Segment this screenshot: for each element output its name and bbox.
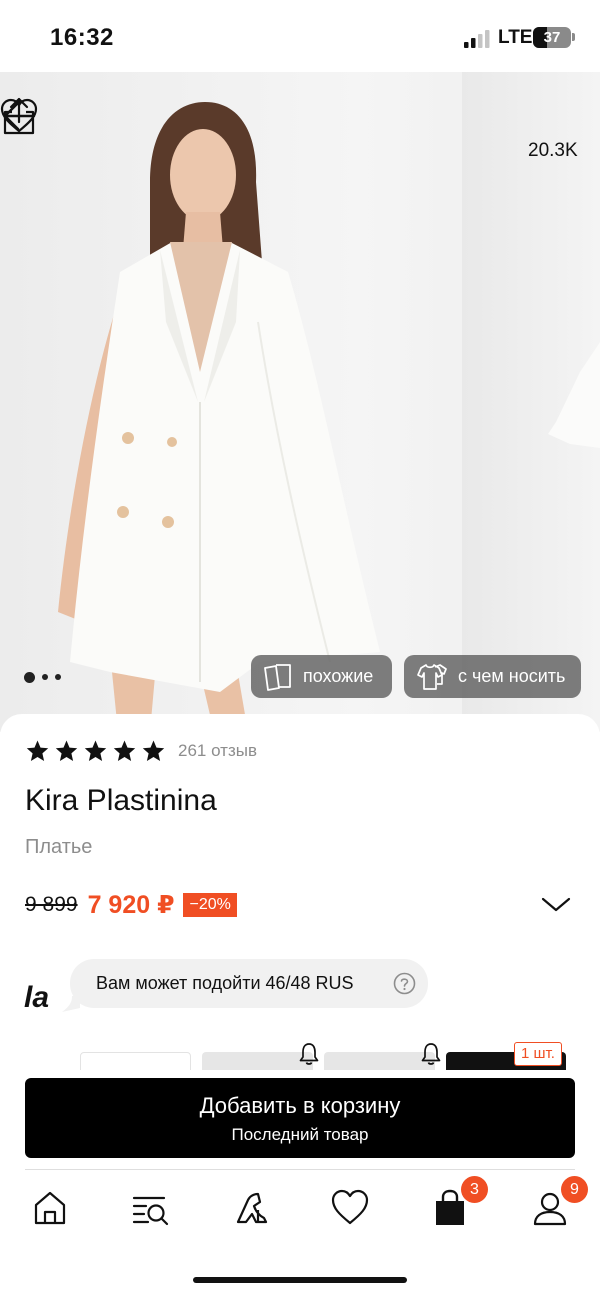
battery-icon: 37 (533, 27, 571, 48)
battery-level: 37 (543, 29, 561, 46)
similar-label: похожие (303, 666, 374, 686)
outfit-icon (417, 663, 447, 690)
product-category: Платье (25, 836, 93, 858)
cart-badge: 3 (461, 1176, 488, 1203)
size-recommendation[interactable]: Вам может подойти 46/48 RUS (70, 959, 428, 1008)
similar-button[interactable]: похожие (251, 655, 392, 698)
star-icon (84, 740, 107, 761)
star-icon (26, 740, 49, 761)
pagination-dot (42, 674, 48, 680)
bottom-tab-bar: 3 9 (0, 1170, 600, 1260)
heart-icon[interactable] (0, 98, 38, 134)
star-icon (55, 740, 78, 761)
home-icon[interactable] (30, 1188, 70, 1228)
bell-icon[interactable] (298, 1042, 320, 1066)
chevron-down-icon[interactable] (541, 894, 571, 914)
rating-stars (25, 739, 166, 763)
status-bar: 16:32 LTE 37 (0, 0, 600, 72)
home-indicator (193, 1277, 407, 1283)
size-option[interactable] (80, 1052, 191, 1070)
star-icon (113, 740, 136, 761)
pagination-dot-active (24, 671, 35, 683)
price-row: 9 899 7 920 ₽ −20% (25, 890, 237, 920)
what-to-wear-button[interactable]: с чем носить (404, 655, 581, 698)
old-price: 9 899 (25, 893, 78, 916)
add-to-cart-label: Добавить в корзину (199, 1093, 401, 1118)
size-option-unavailable[interactable] (324, 1052, 435, 1070)
network-type: LTE (498, 27, 533, 48)
signal-icon (464, 30, 490, 48)
pagination-dot (55, 674, 61, 680)
battery-cap (572, 33, 575, 41)
like-count: 20.3K (528, 140, 578, 161)
last-item-label: Последний товар (231, 1125, 369, 1144)
size-selector (0, 1040, 600, 1070)
catalog-search-icon[interactable] (130, 1188, 170, 1228)
gallery-pagination (24, 671, 61, 683)
product-page: 16:32 LTE 37 20.3K похожие с чем носить … (0, 0, 600, 1297)
status-time: 16:32 (50, 24, 114, 51)
lamoda-logo: la (24, 981, 50, 1014)
product-photo[interactable]: 20.3K похожие с чем носить (0, 72, 600, 732)
stock-count-tag: 1 шт. (514, 1042, 562, 1066)
bell-icon[interactable] (420, 1042, 442, 1066)
question-circle-icon[interactable] (393, 972, 416, 995)
profile-badge: 9 (561, 1176, 588, 1203)
reviews-count[interactable]: 261 отзыв (178, 741, 257, 761)
size-recommendation-text: Вам может подойти 46/48 RUS (96, 973, 354, 993)
current-price: 7 920 ₽ (87, 891, 175, 919)
what-to-wear-label: с чем носить (458, 666, 566, 686)
product-photo-image (58, 102, 600, 732)
discount-badge: −20% (183, 893, 237, 917)
star-icon (142, 740, 165, 761)
size-option-unavailable[interactable] (202, 1052, 313, 1070)
favorites-heart-icon[interactable] (330, 1188, 370, 1228)
add-to-cart-button[interactable]: Добавить в корзину Последний товар (25, 1078, 575, 1158)
shoe-icon[interactable] (230, 1188, 270, 1228)
product-brand[interactable]: Kira Plastinina (25, 784, 217, 818)
product-rating[interactable]: 261 отзыв (25, 739, 257, 763)
similar-cards-icon (264, 663, 291, 691)
